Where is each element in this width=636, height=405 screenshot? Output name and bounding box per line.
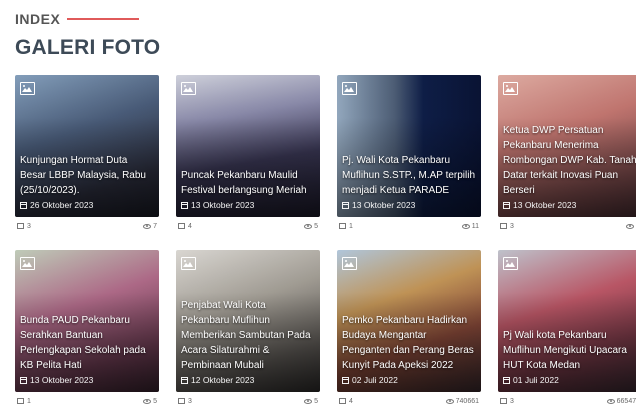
card-meta: 4 740661 [337,392,481,405]
index-label: INDEX [15,11,61,27]
view-count: 5 [314,397,318,405]
eye-icon [626,223,635,229]
card-date: 02 Juli 2022 [352,375,398,385]
card-meta: 3 7 [15,217,159,235]
view-count: 11 [471,222,479,230]
card-title[interactable]: Puncak Pekanbaru Maulid Festival berlang… [181,168,316,198]
page-title: GALERI FOTO [15,36,161,59]
photo-count-icon [500,398,507,404]
eye-icon [445,398,454,404]
calendar-icon [181,201,188,209]
calendar-icon [503,201,510,209]
photo-count-icon [339,398,346,404]
gallery-card[interactable]: Ketua DWP Persatuan Pekanbaru Menerima R… [498,75,636,235]
card-meta: 3 665472 [498,392,636,405]
eye-icon [143,223,152,229]
gallery-card[interactable]: Pj Wali kota Pekanbaru Muflihun Mengikut… [498,250,636,405]
calendar-icon [20,376,27,384]
gallery-thumbnail[interactable]: Bunda PAUD Pekanbaru Serahkan Bantuan Pe… [15,250,159,392]
eye-icon [143,398,152,404]
image-gallery-icon [181,257,196,270]
photo-count-icon [17,223,24,229]
card-meta: 3 1 [498,217,636,235]
eye-icon [304,398,313,404]
card-date: 26 Oktober 2023 [30,200,94,210]
calendar-icon [181,376,188,384]
eye-icon [461,223,470,229]
view-count: 740661 [455,397,479,405]
gallery-thumbnail[interactable]: Pemko Pekanbaru Hadirkan Budaya Menganta… [337,250,481,392]
photo-count-icon [178,398,185,404]
index-heading: INDEX [15,10,160,28]
image-gallery-icon [20,82,35,95]
page-header: INDEX GALERI FOTO [15,10,160,60]
photo-count-icon [500,223,507,229]
eye-icon [304,223,313,229]
card-date: 13 Oktober 2023 [352,200,416,210]
calendar-icon [342,376,349,384]
photo-count: 3 [188,397,192,405]
card-date: 13 Oktober 2023 [191,200,255,210]
card-title[interactable]: Pj. Wali Kota Pekanbaru Muflihun S.STP.,… [342,153,477,198]
calendar-icon [20,201,27,209]
card-meta: 4 5 [176,217,320,235]
calendar-icon [342,201,349,209]
photo-count-icon [339,223,346,229]
gallery-card[interactable]: Pemko Pekanbaru Hadirkan Budaya Menganta… [337,250,481,405]
card-meta: 1 5 [15,392,159,405]
view-count: 665472 [616,397,636,405]
view-count: 7 [153,222,157,230]
image-gallery-icon [20,257,35,270]
gallery-thumbnail[interactable]: Penjabat Wali Kota Pekanbaru Muflihun Me… [176,250,320,392]
gallery-card[interactable]: Penjabat Wali Kota Pekanbaru Muflihun Me… [176,250,320,405]
card-title[interactable]: Pemko Pekanbaru Hadirkan Budaya Menganta… [342,313,477,373]
photo-count-icon [178,223,185,229]
photo-count: 3 [27,222,31,230]
gallery-card[interactable]: Puncak Pekanbaru Maulid Festival berlang… [176,75,320,235]
photo-count: 4 [349,397,353,405]
eye-icon [606,398,615,404]
image-gallery-icon [503,82,518,95]
gallery-thumbnail[interactable]: Kunjungan Hormat Duta Besar LBBP Malaysi… [15,75,159,217]
card-date: 12 Oktober 2023 [191,375,255,385]
gallery-thumbnail[interactable]: Ketua DWP Persatuan Pekanbaru Menerima R… [498,75,636,217]
view-count: 5 [314,222,318,230]
view-count: 5 [153,397,157,405]
gallery-card[interactable]: Bunda PAUD Pekanbaru Serahkan Bantuan Pe… [15,250,159,405]
gallery-card[interactable]: Kunjungan Hormat Duta Besar LBBP Malaysi… [15,75,159,235]
card-date: 13 Oktober 2023 [30,375,94,385]
image-gallery-icon [503,257,518,270]
card-title[interactable]: Bunda PAUD Pekanbaru Serahkan Bantuan Pe… [20,313,155,373]
index-accent-line [67,18,140,20]
image-gallery-icon [342,257,357,270]
image-gallery-icon [342,82,357,95]
photo-count-icon [17,398,24,404]
photo-count: 4 [188,222,192,230]
card-meta: 3 5 [176,392,320,405]
card-title[interactable]: Penjabat Wali Kota Pekanbaru Muflihun Me… [181,298,316,373]
photo-count: 3 [510,222,514,230]
card-date: 13 Oktober 2023 [513,200,577,210]
gallery-thumbnail[interactable]: Pj. Wali Kota Pekanbaru Muflihun S.STP.,… [337,75,481,217]
photo-count: 3 [510,397,514,405]
image-gallery-icon [181,82,196,95]
gallery-card[interactable]: Pj. Wali Kota Pekanbaru Muflihun S.STP.,… [337,75,481,235]
card-title[interactable]: Kunjungan Hormat Duta Besar LBBP Malaysi… [20,153,155,198]
photo-count: 1 [349,222,353,230]
card-meta: 1 11 [337,217,481,235]
gallery-thumbnail[interactable]: Puncak Pekanbaru Maulid Festival berlang… [176,75,320,217]
card-title[interactable]: Pj Wali kota Pekanbaru Muflihun Mengikut… [503,328,636,373]
card-title[interactable]: Ketua DWP Persatuan Pekanbaru Menerima R… [503,123,636,198]
card-date: 01 Juli 2022 [513,375,559,385]
photo-count: 1 [27,397,31,405]
calendar-icon [503,376,510,384]
gallery-thumbnail[interactable]: Pj Wali kota Pekanbaru Muflihun Mengikut… [498,250,636,392]
